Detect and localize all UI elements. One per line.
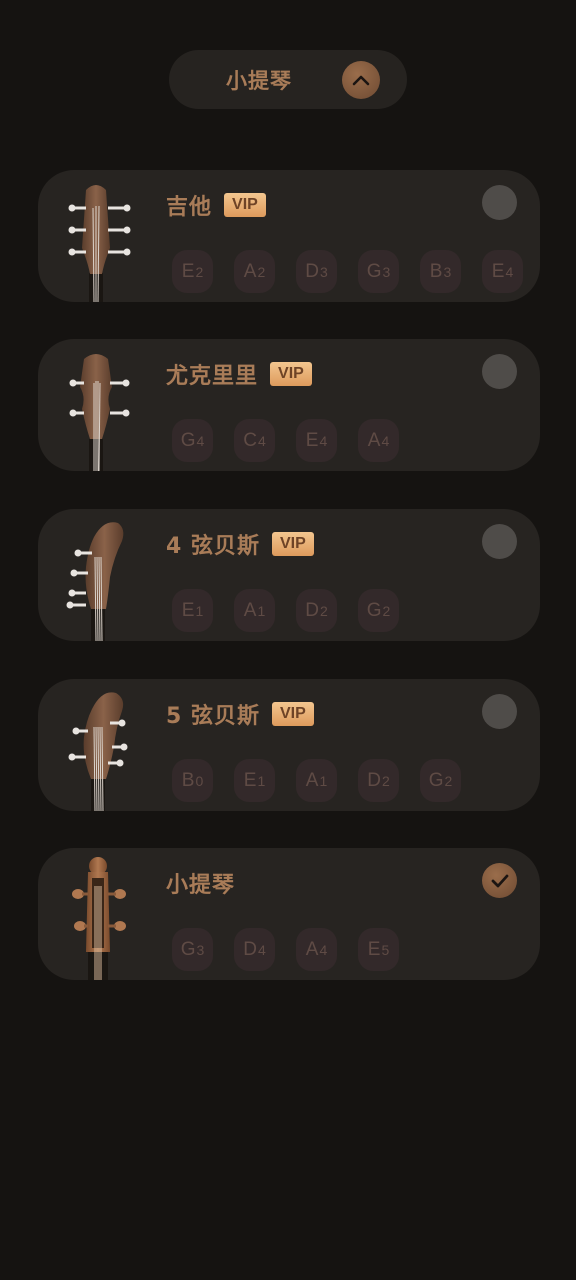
note-chip[interactable]: A1 [234, 589, 275, 632]
note-chip[interactable]: E1 [234, 759, 275, 802]
instrument-name: 吉他 [166, 195, 213, 220]
note-chip[interactable]: D2 [296, 589, 337, 632]
note-chip[interactable]: D4 [234, 928, 275, 971]
checkmark-icon [491, 874, 508, 887]
note-chip[interactable]: E1 [172, 589, 213, 632]
vip-badge: VIP [271, 702, 314, 726]
instrument-name: 4 弦贝斯 [166, 534, 260, 559]
note-chip[interactable]: D3 [296, 250, 337, 293]
instrument-name: 小提琴 [166, 873, 236, 898]
note-chip[interactable]: G2 [420, 759, 461, 802]
note-chip[interactable]: B3 [420, 250, 461, 293]
instrument-card-ukulele[interactable]: 尤克里里 VIP G4 C4 E4 A4 [38, 339, 540, 471]
instrument-card-bass4[interactable]: 4 弦贝斯 VIP E1 A1 D2 G2 [38, 509, 540, 641]
note-chip[interactable]: E4 [482, 250, 523, 293]
select-radio-checked[interactable] [482, 863, 517, 898]
tuning-notes: B0 E1 A1 D2 G2 [172, 759, 461, 802]
note-chip[interactable]: A4 [358, 419, 399, 462]
note-chip[interactable]: B0 [172, 759, 213, 802]
note-chip[interactable]: E5 [358, 928, 399, 971]
select-radio[interactable] [482, 185, 517, 220]
note-chip[interactable]: A2 [234, 250, 275, 293]
instrument-card-violin[interactable]: 小提琴 G3 D4 A4 E5 [38, 848, 540, 980]
note-chip[interactable]: G4 [172, 419, 213, 462]
note-chip[interactable]: C4 [234, 419, 275, 462]
collapse-button[interactable] [342, 61, 380, 99]
note-chip[interactable]: G3 [172, 928, 213, 971]
vip-badge: VIP [270, 362, 312, 386]
select-radio[interactable] [482, 694, 517, 729]
note-chip[interactable]: A4 [296, 928, 337, 971]
select-radio[interactable] [482, 524, 517, 559]
note-chip[interactable]: G3 [358, 250, 399, 293]
note-chip[interactable]: D2 [358, 759, 399, 802]
bass-headstock-icon [68, 692, 128, 811]
instrument-card-bass5[interactable]: 5 弦贝斯 VIP B0 E1 A1 D2 G2 [38, 679, 540, 811]
note-chip[interactable]: E2 [172, 250, 213, 293]
ukulele-headstock-icon [69, 354, 130, 471]
bass-headstock-icon [66, 522, 124, 641]
violin-scroll-icon [72, 857, 126, 980]
selector-label: 小提琴 [226, 69, 292, 93]
instrument-name: 尤克里里 [166, 364, 259, 389]
tuning-notes: E2 A2 D3 G3 B3 E4 [172, 250, 523, 293]
vip-badge: VIP [271, 532, 314, 556]
note-chip[interactable]: E4 [296, 419, 337, 462]
guitar-headstock-icon [68, 185, 131, 302]
note-chip[interactable]: A1 [296, 759, 337, 802]
tuning-notes: G3 D4 A4 E5 [172, 928, 399, 971]
instrument-name: 5 弦贝斯 [166, 704, 260, 729]
chevron-up-icon [352, 75, 370, 86]
note-chip[interactable]: G2 [358, 589, 399, 632]
vip-badge: VIP [224, 193, 266, 217]
tuning-notes: G4 C4 E4 A4 [172, 419, 399, 462]
instrument-card-guitar[interactable]: 吉他 VIP E2 A2 D3 G3 B3 E4 [38, 170, 540, 302]
tuning-notes: E1 A1 D2 G2 [172, 589, 399, 632]
select-radio[interactable] [482, 354, 517, 389]
